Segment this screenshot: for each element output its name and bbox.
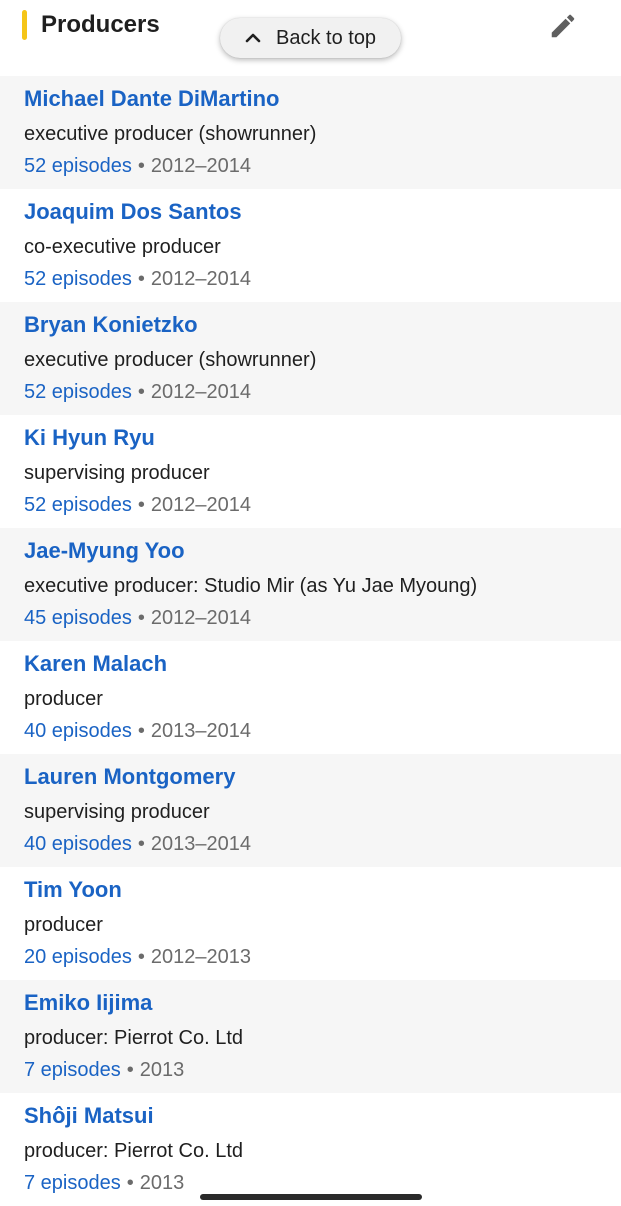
producer-item: Karen Malach producer 40 episodes • 2013–2… [0, 641, 621, 754]
home-indicator[interactable] [200, 1194, 422, 1200]
separator-dot: • [137, 268, 145, 290]
producer-role: producer: Pierrot Co. Ltd [24, 1027, 243, 1049]
episodes-link[interactable]: 52 episodes [24, 155, 132, 177]
producer-item: Jae-Myung Yoo executive producer: Studio… [0, 528, 621, 641]
years-range: 2013 [139, 1172, 185, 1194]
producer-meta: 40 episodes • 2013–2014 [24, 831, 251, 857]
years-range: 2012–2014 [150, 155, 251, 177]
producer-role: producer: Pierrot Co. Ltd [24, 1140, 243, 1162]
separator-dot: • [137, 607, 145, 629]
producer-name-link[interactable]: Jae-Myung Yoo [24, 537, 185, 565]
producer-meta: 20 episodes • 2012–2013 [24, 944, 251, 970]
producer-meta: 40 episodes • 2013–2014 [24, 718, 251, 744]
episodes-link[interactable]: 52 episodes [24, 494, 132, 516]
producer-role: producer [24, 914, 103, 936]
separator-dot: • [137, 155, 145, 177]
producer-role: co-executive producer [24, 236, 221, 258]
producer-name-link[interactable]: Emiko Iijima [24, 989, 152, 1017]
back-to-top-button[interactable]: Back to top [220, 18, 401, 58]
producer-name-link[interactable]: Bryan Konietzko [24, 311, 198, 339]
producer-item: Tim Yoon producer 20 episodes • 2012–2013 [0, 867, 621, 980]
years-range: 2013 [139, 1059, 185, 1081]
years-range: 2012–2014 [150, 607, 251, 629]
episodes-link[interactable]: 52 episodes [24, 268, 132, 290]
producer-name-link[interactable]: Ki Hyun Ryu [24, 424, 155, 452]
years-range: 2013–2014 [150, 833, 251, 855]
separator-dot: • [137, 720, 145, 742]
separator-dot: • [137, 946, 145, 968]
producer-name-link[interactable]: Karen Malach [24, 650, 167, 678]
episodes-link[interactable]: 45 episodes [24, 607, 132, 629]
years-range: 2013–2014 [150, 720, 251, 742]
years-range: 2012–2014 [150, 381, 251, 403]
pencil-icon [548, 11, 578, 41]
producer-role: supervising producer [24, 462, 210, 484]
producers-list: Michael Dante DiMartino executive produc… [0, 76, 621, 1206]
producer-meta: 52 episodes • 2012–2014 [24, 379, 251, 405]
producer-role: executive producer (showrunner) [24, 349, 317, 371]
producer-name-link[interactable]: Tim Yoon [24, 876, 122, 904]
producer-item: Ki Hyun Ryu supervising producer 52 epis… [0, 415, 621, 528]
producer-meta: 7 episodes • 2013 [24, 1057, 184, 1083]
producer-meta: 45 episodes • 2012–2014 [24, 605, 251, 631]
producer-meta: 52 episodes • 2012–2014 [24, 266, 251, 292]
episodes-link[interactable]: 52 episodes [24, 381, 132, 403]
producer-item: Shôji Matsui producer: Pierrot Co. Ltd 7… [0, 1093, 621, 1206]
producer-role: supervising producer [24, 801, 210, 823]
producer-name-link[interactable]: Michael Dante DiMartino [24, 85, 279, 113]
section-title: Producers [41, 11, 160, 38]
producer-meta: 52 episodes • 2012–2014 [24, 153, 251, 179]
producer-item: Lauren Montgomery supervising producer 4… [0, 754, 621, 867]
episodes-link[interactable]: 7 episodes [24, 1172, 121, 1194]
separator-dot: • [137, 833, 145, 855]
producer-role: producer [24, 688, 103, 710]
back-to-top-label: Back to top [276, 27, 377, 49]
producer-meta: 7 episodes • 2013 [24, 1170, 184, 1196]
episodes-link[interactable]: 7 episodes [24, 1059, 121, 1081]
producer-item: Emiko Iijima producer: Pierrot Co. Ltd 7… [0, 980, 621, 1093]
years-range: 2012–2014 [150, 494, 251, 516]
producer-item: Michael Dante DiMartino executive produc… [0, 76, 621, 189]
producer-item: Joaquim Dos Santos co-executive producer… [0, 189, 621, 302]
producer-item: Bryan Konietzko executive producer (show… [0, 302, 621, 415]
episodes-link[interactable]: 40 episodes [24, 720, 132, 742]
separator-dot: • [137, 494, 145, 516]
years-range: 2012–2014 [150, 268, 251, 290]
edit-button[interactable] [544, 8, 582, 44]
separator-dot: • [137, 381, 145, 403]
section-accent-bar [22, 10, 27, 40]
producer-name-link[interactable]: Shôji Matsui [24, 1102, 154, 1130]
producer-role: executive producer: Studio Mir (as Yu Ja… [24, 575, 478, 597]
producer-meta: 52 episodes • 2012–2014 [24, 492, 251, 518]
producer-name-link[interactable]: Lauren Montgomery [24, 763, 235, 791]
episodes-link[interactable]: 20 episodes [24, 946, 132, 968]
years-range: 2012–2013 [150, 946, 251, 968]
producer-role: executive producer (showrunner) [24, 123, 317, 145]
producer-name-link[interactable]: Joaquim Dos Santos [24, 198, 242, 226]
episodes-link[interactable]: 40 episodes [24, 833, 132, 855]
separator-dot: • [126, 1059, 134, 1081]
chevron-up-icon [244, 29, 262, 47]
separator-dot: • [126, 1172, 134, 1194]
